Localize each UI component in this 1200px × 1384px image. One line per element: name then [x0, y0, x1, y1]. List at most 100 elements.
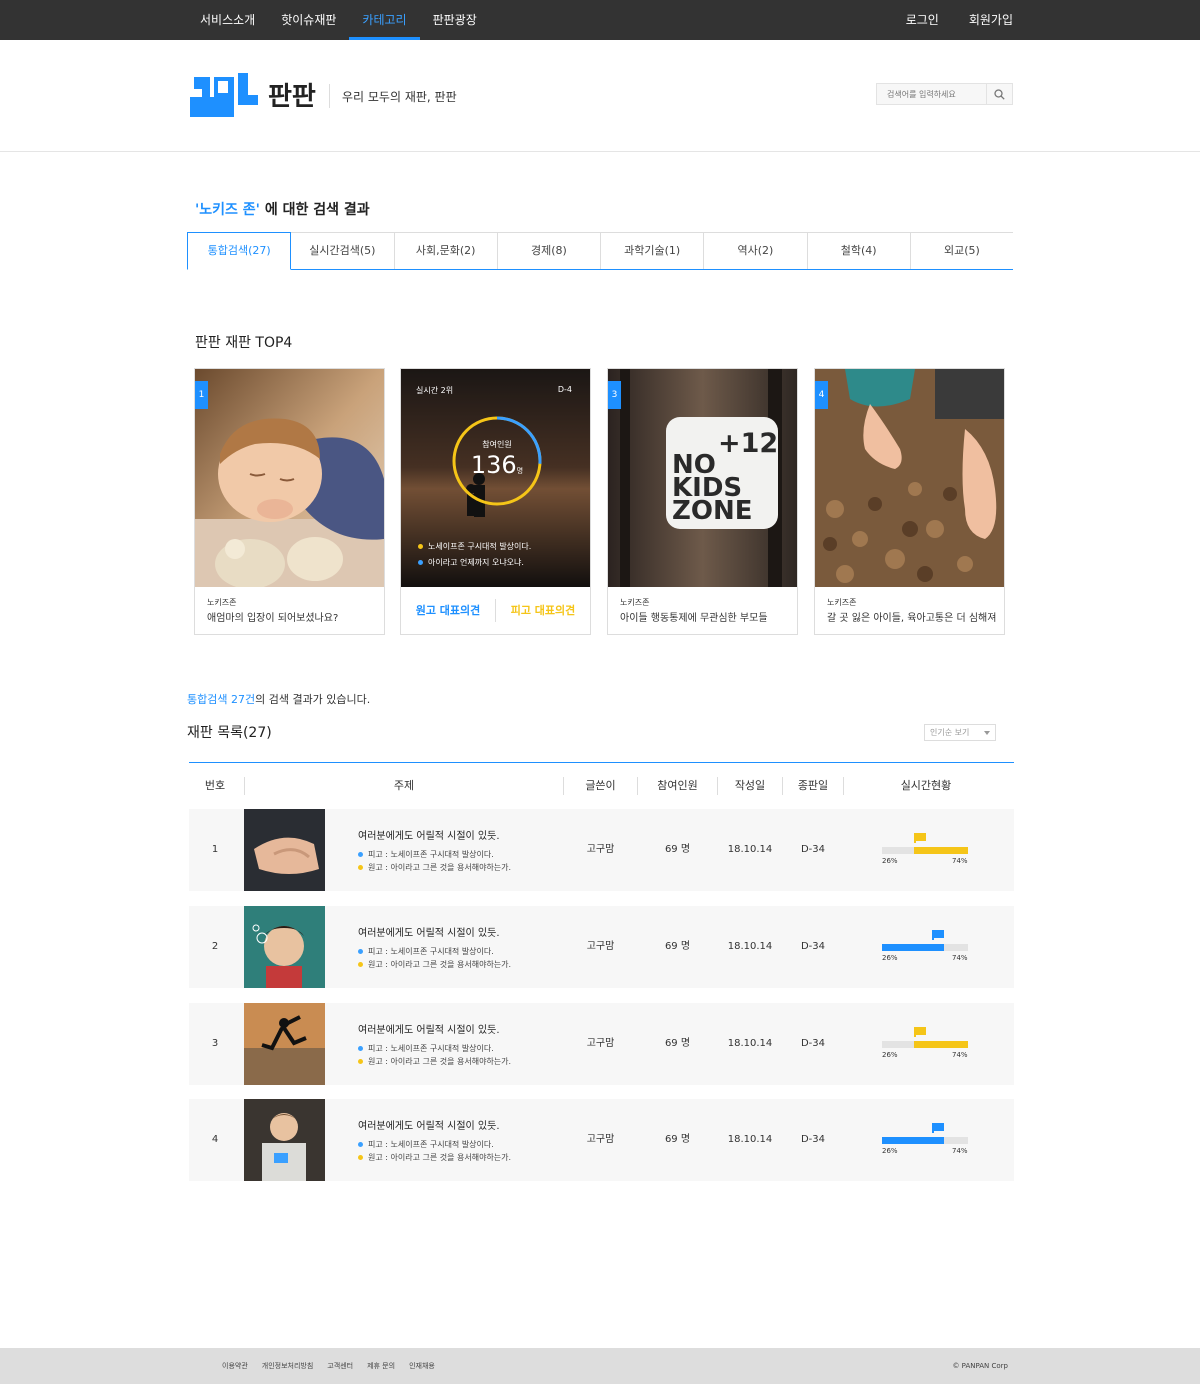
status-left-percent: 26%	[882, 954, 898, 962]
tab-science[interactable]: 과학기술(1)	[601, 232, 705, 269]
row-thumbnail[interactable]	[244, 1003, 325, 1085]
row-date: 18.10.14	[727, 1038, 773, 1049]
row-number: 1	[211, 844, 219, 855]
opinion-line-2-text: 아이라고 언제까지 오냐오냐.	[428, 558, 524, 567]
row-date: 18.10.14	[727, 1134, 773, 1145]
table-row[interactable]: 2 여러분에게도 어릴적 시절이 있듯. 피고 : 노세이프존 구시대적 발상이다.…	[189, 906, 1014, 988]
footer-link-privacy[interactable]: 개인정보처리방침	[262, 1348, 314, 1384]
search-box	[876, 83, 1013, 105]
flag-icon	[914, 1027, 926, 1037]
logo-divider	[329, 84, 330, 108]
footer-link-careers[interactable]: 인재채용	[409, 1348, 435, 1384]
participants-count: 136명	[451, 451, 543, 479]
slogan: 우리 모두의 재판, 판판	[342, 90, 457, 104]
search-input[interactable]	[877, 84, 987, 104]
search-result-title: '노키즈 존' 에 대한 검색 결과	[195, 199, 370, 219]
row-date: 18.10.14	[727, 941, 773, 952]
nav-item-hot-issue[interactable]: 핫이슈재판	[268, 0, 349, 40]
card-category: 노키즈존	[207, 598, 237, 607]
column-header-end: 종판일	[797, 779, 829, 792]
search-button[interactable]	[986, 84, 1012, 104]
row-thumbnail[interactable]	[244, 906, 325, 988]
logo-text[interactable]: 판판	[268, 76, 316, 113]
row-author: 고구맘	[586, 941, 615, 952]
nav-item-service-intro[interactable]: 서비스소개	[187, 0, 268, 40]
blue-dot-icon	[358, 949, 363, 954]
footer-link-terms[interactable]: 이용약관	[222, 1348, 248, 1384]
opinion-line-1: 노세이프존 구시대적 발상이다.	[418, 541, 531, 552]
tab-philosophy[interactable]: 철학(4)	[807, 232, 911, 269]
card-subtitle: 애엄마의 입장이 되어보셨나요?	[207, 613, 339, 624]
column-header-subject: 주제	[393, 779, 415, 792]
row-defendant: 피고 : 노세이프존 구시대적 발상이다.	[358, 1043, 494, 1054]
row-thumbnail[interactable]	[244, 809, 325, 891]
participants-unit: 명	[516, 467, 524, 475]
tab-realtime[interactable]: 실시간검색(5)	[291, 232, 395, 269]
site-footer: 이용약관 개인정보처리방침 고객센터 제휴 문의 인재채용 © PANPAN C…	[0, 1348, 1200, 1384]
row-subject[interactable]: 여러분에게도 어릴적 시절이 있듯.	[358, 827, 500, 842]
status-right-percent: 74%	[952, 954, 968, 962]
row-number: 3	[211, 1038, 219, 1049]
rank-badge: 1	[195, 381, 208, 409]
signup-link[interactable]: 회원가입	[969, 0, 1013, 40]
yellow-dot-icon	[418, 544, 423, 549]
row-subject[interactable]: 여러분에게도 어릴적 시절이 있듯.	[358, 924, 500, 939]
top4-card-1[interactable]: 1 노키즈존 애엄마의 입장이 되어보셨나요?	[194, 368, 385, 635]
row-subject[interactable]: 여러분에게도 어릴적 시절이 있듯.	[358, 1021, 500, 1036]
row-subject[interactable]: 여러분에게도 어릴적 시절이 있듯.	[358, 1117, 500, 1132]
row-plaintiff: 원고 : 아이라고 그른 것을 용서해야하는가.	[358, 1056, 511, 1067]
top4-title: 판판 재판 TOP4	[195, 335, 293, 351]
footer-link-partnership[interactable]: 제휴 문의	[367, 1348, 395, 1384]
nav-item-plaza[interactable]: 판판광장	[420, 0, 490, 40]
yellow-dot-icon	[358, 865, 363, 870]
representative-opinions: 원고 대표의견 피고 대표의견	[401, 587, 590, 634]
tab-diplomacy[interactable]: 외교(5)	[910, 232, 1013, 269]
yellow-dot-icon	[358, 1059, 363, 1064]
table-row[interactable]: 4 여러분에게도 어릴적 시절이 있듯. 피고 : 노세이프존 구시대적 발상이다.…	[189, 1099, 1014, 1181]
blue-dot-icon	[358, 852, 363, 857]
status-right-percent: 74%	[952, 857, 968, 865]
blue-dot-icon	[358, 1046, 363, 1051]
column-header-participants: 참여인원	[657, 779, 698, 792]
search-keyword: '노키즈 존'	[195, 202, 260, 218]
footer-links: 이용약관 개인정보처리방침 고객센터 제휴 문의 인재채용	[222, 1348, 435, 1384]
defendant-opinion-button[interactable]: 피고 대표의견	[496, 599, 590, 622]
table-row[interactable]: 1 여러분에게도 어릴적 시절이 있듯. 피고 : 노세이프존 구시대적 발상이다.…	[189, 809, 1014, 891]
row-plaintiff: 원고 : 아이라고 그른 것을 용서해야하는가.	[358, 1152, 511, 1163]
logo-icon[interactable]	[190, 73, 258, 117]
category-tabs: 통합검색(27) 실시간검색(5) 사회,문화(2) 경제(8) 과학기술(1)…	[187, 232, 1013, 270]
trial-list-title: 재판 목록(27)	[187, 725, 272, 741]
table-row[interactable]: 3 여러분에게도 어릴적 시절이 있듯. 피고 : 노세이프존 구시대적 발상이다.…	[189, 1003, 1014, 1085]
search-icon	[994, 88, 1005, 100]
row-defendant: 피고 : 노세이프존 구시대적 발상이다.	[358, 946, 494, 957]
row-defendant-text: 피고 : 노세이프존 구시대적 발상이다.	[368, 947, 494, 956]
row-plaintiff-text: 원고 : 아이라고 그른 것을 용서해야하는가.	[368, 1153, 512, 1162]
top4-card-2[interactable]: 실시간 2위 D-4 참여인원 136명 노세이프존 구시대적 발상이다. 아이…	[400, 368, 591, 635]
row-plaintiff: 원고 : 아이라고 그른 것을 용서해야하는가.	[358, 862, 511, 873]
login-link[interactable]: 로그인	[906, 0, 939, 40]
rank-badge: 4	[815, 381, 828, 409]
no-kids-zone-sign-image: +12 NO KIDS ZONE	[608, 369, 797, 587]
row-author: 고구맘	[586, 844, 615, 855]
status-bar-fill	[882, 944, 944, 951]
row-number: 4	[211, 1134, 219, 1145]
footer-link-support[interactable]: 고객센터	[327, 1348, 353, 1384]
top4-card-4[interactable]: 4 노키즈존 갈 곳 잃은 아이들, 육아고통은 더 심해져	[814, 368, 1005, 635]
top4-card-3[interactable]: +12 NO KIDS ZONE 3 노키즈존 아이들 행동통제에 무관심한 부…	[607, 368, 798, 635]
nav-item-category[interactable]: 카테고리	[349, 0, 420, 40]
tab-all[interactable]: 통합검색(27)	[187, 232, 292, 270]
row-defendant: 피고 : 노세이프존 구시대적 발상이다.	[358, 849, 494, 860]
row-participants: 69 명	[664, 1134, 691, 1145]
row-defendant: 피고 : 노세이프존 구시대적 발상이다.	[358, 1139, 494, 1150]
row-thumbnail[interactable]	[244, 1099, 325, 1181]
blue-dot-icon	[418, 560, 423, 565]
status-left-percent: 26%	[882, 1147, 898, 1155]
tab-society-culture[interactable]: 사회,문화(2)	[394, 232, 498, 269]
status-left-percent: 26%	[882, 1051, 898, 1059]
sort-select[interactable]: 인기순 보기	[924, 724, 996, 741]
tab-economy[interactable]: 경제(8)	[497, 232, 601, 269]
sign-zone-text: ZONE	[672, 496, 752, 526]
tab-history[interactable]: 역사(2)	[704, 232, 808, 269]
plaintiff-opinion-button[interactable]: 원고 대표의견	[401, 599, 496, 622]
table-header: 번호 주제 글쓴이 참여인원 작성일 종판일 실시간현황	[189, 762, 1014, 808]
